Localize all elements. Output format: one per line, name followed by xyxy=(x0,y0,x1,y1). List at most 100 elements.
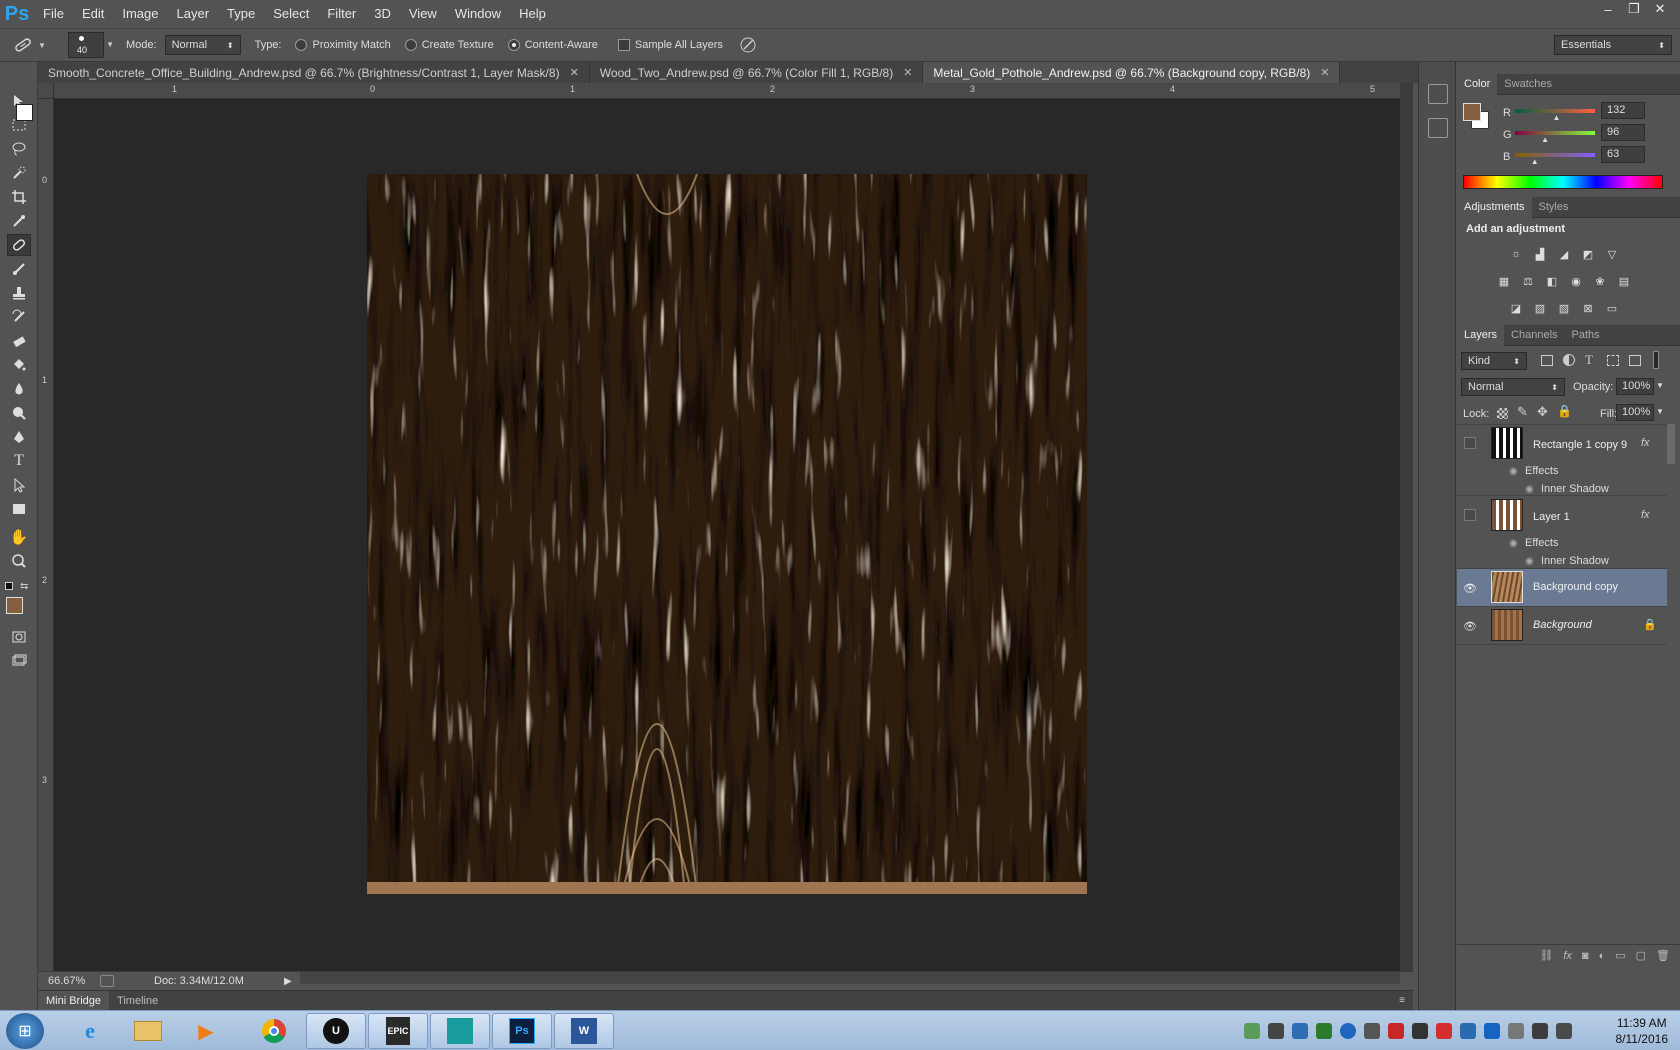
content-aware-radio[interactable] xyxy=(507,39,520,51)
color-lookup-icon[interactable]: ▤ xyxy=(1615,273,1633,289)
black-white-icon[interactable]: ◧ xyxy=(1543,273,1561,289)
visibility-toggle-off[interactable] xyxy=(1462,507,1478,523)
foreground-color-swatch[interactable] xyxy=(6,597,23,614)
system-clock[interactable]: 11:39 AM 8/11/2016 xyxy=(1616,1015,1669,1047)
fill-input[interactable]: 100% xyxy=(1616,404,1654,421)
restore-button[interactable]: ❐ xyxy=(1622,0,1646,18)
opacity-input[interactable]: 100% xyxy=(1616,378,1654,395)
pressure-size-icon[interactable] xyxy=(739,36,757,54)
eye-icon[interactable]: 👁 xyxy=(1462,580,1478,596)
inner-shadow-effect[interactable]: Inner Shadow xyxy=(1541,483,1609,495)
posterize-icon[interactable]: ▨ xyxy=(1531,300,1549,316)
link-layers-icon[interactable]: ⛓ xyxy=(1539,949,1553,962)
brush-tool[interactable] xyxy=(7,258,31,280)
eraser-tool[interactable] xyxy=(7,330,31,352)
layer-row-background[interactable]: 👁 Background 🔒 xyxy=(1457,607,1667,645)
type-tool[interactable]: T xyxy=(7,450,31,472)
menu-layer[interactable]: Layer xyxy=(168,0,219,28)
path-selection-tool[interactable] xyxy=(7,474,31,496)
tray-icon[interactable] xyxy=(1340,1023,1356,1039)
brush-size-picker[interactable]: 40 ▼ xyxy=(68,32,114,58)
channel-b-thumb[interactable]: ▲ xyxy=(1531,157,1539,166)
layer-name[interactable]: Layer 1 xyxy=(1533,511,1570,523)
status-options-icon[interactable] xyxy=(100,975,114,987)
filter-type-icon[interactable]: T xyxy=(1585,352,1593,368)
blur-tool[interactable] xyxy=(7,378,31,400)
tab-channels[interactable]: Channels xyxy=(1504,325,1564,346)
layer-name[interactable]: Background xyxy=(1533,619,1592,631)
history-brush-tool[interactable] xyxy=(7,306,31,328)
hue-saturation-icon[interactable]: ▦ xyxy=(1495,273,1513,289)
minimize-button[interactable]: ‒ xyxy=(1596,0,1620,18)
tray-icon[interactable] xyxy=(1364,1023,1380,1039)
lock-transparent-icon[interactable] xyxy=(1497,408,1508,419)
panel-menu-icon[interactable]: ≡ xyxy=(1399,995,1405,1006)
word-taskbar-icon[interactable]: W xyxy=(554,1013,614,1049)
color-balance-icon[interactable]: ⚖ xyxy=(1519,273,1537,289)
filter-adjustment-icon[interactable] xyxy=(1563,354,1575,366)
fx-icon[interactable]: fx xyxy=(1641,509,1650,521)
menu-window[interactable]: Window xyxy=(446,0,510,28)
eyedropper-tool[interactable] xyxy=(7,210,31,232)
clone-stamp-tool[interactable] xyxy=(7,282,31,304)
invert-icon[interactable]: ◪ xyxy=(1507,300,1525,316)
pen-tool[interactable] xyxy=(7,426,31,448)
tab-wood-two[interactable]: Wood_Two_Andrew.psd @ 66.7% (Color Fill … xyxy=(589,62,924,83)
tab-mini-bridge[interactable]: Mini Bridge xyxy=(38,990,110,1011)
tray-icon[interactable] xyxy=(1460,1023,1476,1039)
windows-start-button[interactable]: ⊞ xyxy=(6,1013,44,1049)
horizontal-scrollbar[interactable] xyxy=(300,972,1400,984)
zoom-level[interactable]: 66.67% xyxy=(48,975,96,987)
create-texture-option[interactable]: Create Texture xyxy=(404,39,494,51)
effect-visibility-icon[interactable]: ◉ xyxy=(1525,556,1534,567)
tray-icon[interactable] xyxy=(1532,1023,1548,1039)
tab-metal-gold-pothole[interactable]: Metal_Gold_Pothole_Andrew.psd @ 66.7% (B… xyxy=(923,62,1341,83)
background-color-swatch[interactable] xyxy=(16,104,33,121)
dodge-tool[interactable] xyxy=(7,402,31,424)
quick-selection-tool[interactable] xyxy=(7,162,31,184)
lasso-tool[interactable] xyxy=(7,138,31,160)
fx-icon[interactable]: fx xyxy=(1563,950,1572,962)
menu-image[interactable]: Image xyxy=(113,0,167,28)
tab-adjustments[interactable]: Adjustments xyxy=(1457,196,1532,218)
channel-g-value[interactable]: 96 xyxy=(1601,124,1645,141)
gradient-map-icon[interactable]: ▭ xyxy=(1603,300,1621,316)
effects-visibility-icon[interactable]: ◉ xyxy=(1509,466,1518,477)
menu-file[interactable]: File xyxy=(34,0,73,28)
tray-icon[interactable] xyxy=(1508,1023,1524,1039)
layer-filter-select[interactable]: Kind ⬍ xyxy=(1461,352,1527,370)
layers-scrollbar[interactable] xyxy=(1667,424,1675,464)
layer-row-background-copy[interactable]: 👁 Background copy xyxy=(1457,569,1667,607)
file-explorer-taskbar-icon[interactable] xyxy=(118,1013,178,1049)
filter-shape-icon[interactable] xyxy=(1607,355,1619,366)
rectangle-tool[interactable] xyxy=(7,498,31,520)
tab-styles[interactable]: Styles xyxy=(1532,197,1576,218)
selective-color-icon[interactable]: ⊠ xyxy=(1579,300,1597,316)
new-layer-icon[interactable]: ▢ xyxy=(1636,949,1646,962)
status-menu-arrow-icon[interactable]: ▶ xyxy=(284,976,292,987)
tab-layers[interactable]: Layers xyxy=(1457,324,1505,346)
photo-filter-icon[interactable]: ◉ xyxy=(1567,273,1585,289)
tab-paths[interactable]: Paths xyxy=(1565,325,1607,346)
channel-b-value[interactable]: 63 xyxy=(1601,146,1645,163)
tray-icon[interactable] xyxy=(1556,1023,1572,1039)
delete-layer-icon[interactable]: 🗑 xyxy=(1656,949,1670,962)
vertical-scrollbar[interactable] xyxy=(1400,83,1413,971)
tray-icon[interactable] xyxy=(1388,1023,1404,1039)
layer-name[interactable]: Rectangle 1 copy 9 xyxy=(1533,439,1627,451)
layer-row-rectangle-1-copy-9[interactable]: Rectangle 1 copy 9 fx ◉ Effects ◉ Inner … xyxy=(1457,424,1667,496)
menu-type[interactable]: Type xyxy=(218,0,264,28)
tab-timeline[interactable]: Timeline xyxy=(109,991,166,1011)
tab-smooth-concrete[interactable]: Smooth_Concrete_Office_Building_Andrew.p… xyxy=(38,62,590,83)
tray-icon[interactable] xyxy=(1316,1023,1332,1039)
close-button[interactable]: ✕ xyxy=(1648,0,1672,18)
tab-swatches[interactable]: Swatches xyxy=(1497,74,1559,95)
filter-smart-object-icon[interactable] xyxy=(1629,355,1641,366)
history-panel-icon[interactable] xyxy=(1428,84,1448,104)
create-texture-radio[interactable] xyxy=(404,39,417,51)
document-image-wood-grain[interactable] xyxy=(367,174,1087,894)
inner-shadow-effect[interactable]: Inner Shadow xyxy=(1541,555,1609,567)
paint-bucket-tool[interactable] xyxy=(7,354,31,376)
layer-row-layer-1[interactable]: Layer 1 fx ◉ Effects ◉ Inner Shadow xyxy=(1457,497,1667,569)
color-spectrum-bar[interactable] xyxy=(1463,175,1663,189)
